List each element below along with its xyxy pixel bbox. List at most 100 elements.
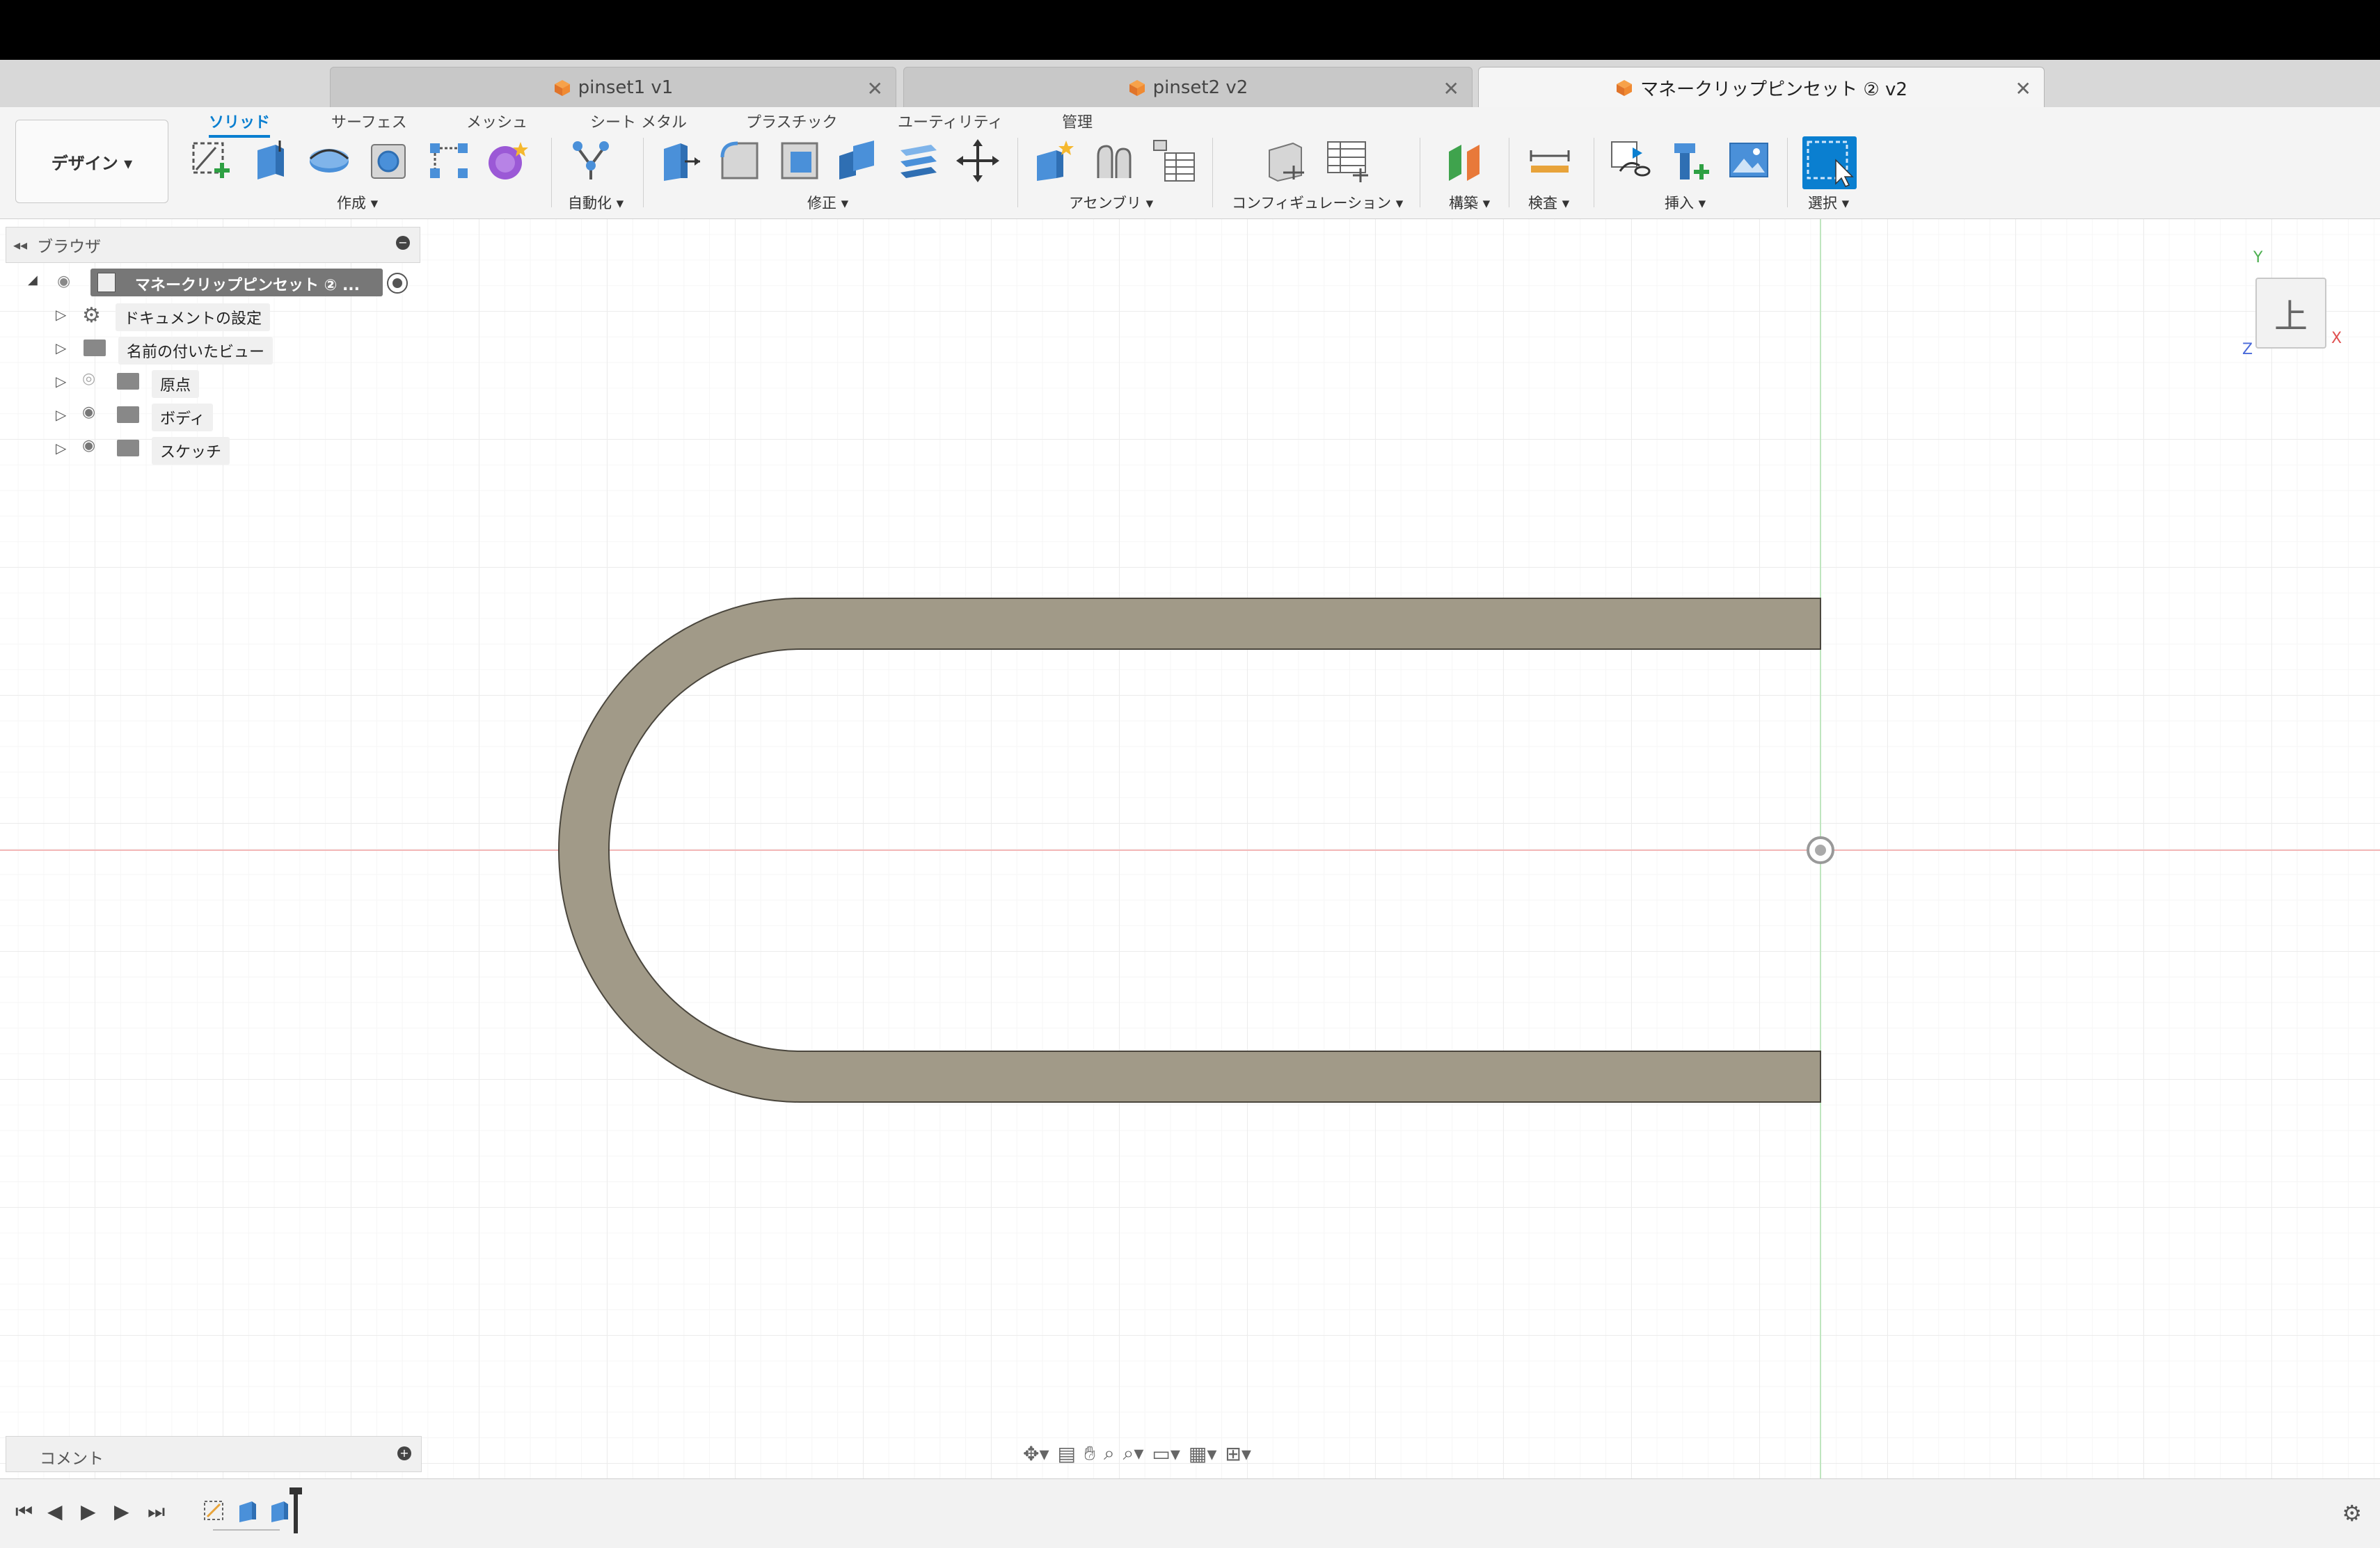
expand-arrow-icon[interactable]: ◢ bbox=[28, 273, 38, 287]
browser-item-bodies[interactable]: ボディ bbox=[152, 404, 214, 431]
play-icon[interactable]: ▶︎ bbox=[81, 1500, 96, 1523]
select-tool-button[interactable] bbox=[1802, 136, 1857, 189]
pan-hand-icon[interactable]: ✋︎ bbox=[1084, 1442, 1095, 1465]
close-icon[interactable]: ✕ bbox=[2015, 77, 2031, 100]
comments-title: コメント bbox=[40, 1450, 104, 1468]
timeline-group-bar bbox=[213, 1529, 280, 1531]
joint-icon[interactable] bbox=[1091, 138, 1137, 184]
tab-title: pinset1 v1 bbox=[578, 77, 674, 98]
divider bbox=[1787, 138, 1788, 207]
origin-point-center bbox=[1815, 845, 1826, 856]
go-to-start-icon[interactable]: ⏮ bbox=[15, 1500, 33, 1524]
timeline-sketch-feature-icon[interactable] bbox=[202, 1499, 227, 1524]
revolve-icon[interactable] bbox=[306, 138, 352, 184]
viewports-icon[interactable]: ⊞▾ bbox=[1225, 1442, 1251, 1465]
panel-minimize-icon[interactable]: − bbox=[396, 236, 410, 250]
visibility-eye-icon[interactable]: ◉ bbox=[82, 404, 95, 421]
tab-solid[interactable]: ソリッド bbox=[209, 110, 271, 138]
viewcube[interactable]: 上 bbox=[2252, 274, 2329, 351]
configuration-table-icon[interactable] bbox=[1325, 138, 1371, 184]
fillet-icon[interactable] bbox=[717, 138, 763, 184]
combine-icon[interactable] bbox=[835, 138, 881, 184]
group-automate-label[interactable]: 自動化 ▾ bbox=[568, 192, 624, 213]
tab-utility[interactable]: ユーティリティ bbox=[898, 110, 1003, 132]
timeline-settings-gear-icon[interactable]: ⚙ bbox=[2342, 1500, 2362, 1526]
measure-icon[interactable] bbox=[1527, 138, 1573, 184]
model-viewport[interactable] bbox=[0, 219, 2380, 1478]
group-select-label[interactable]: 選択 ▾ bbox=[1808, 192, 1849, 213]
workspace-switcher[interactable]: デザイン ▾ bbox=[15, 120, 168, 203]
insert-canvas-icon[interactable] bbox=[1726, 138, 1772, 184]
add-comment-icon[interactable]: + bbox=[397, 1446, 411, 1460]
tab-pinset2[interactable]: pinset2 v2 ✕ bbox=[903, 67, 1473, 108]
z-axis-label: Z bbox=[2242, 341, 2253, 358]
browser-item-document-settings[interactable]: ドキュメントの設定 bbox=[116, 303, 271, 331]
x-axis-label: X bbox=[2331, 330, 2342, 347]
viewcube-top-face[interactable]: 上 bbox=[2255, 278, 2326, 349]
tab-surface[interactable]: サーフェス bbox=[331, 110, 407, 132]
close-icon[interactable]: ✕ bbox=[867, 77, 883, 100]
offset-plane-icon[interactable] bbox=[1443, 138, 1489, 184]
automate-icon[interactable] bbox=[568, 138, 614, 184]
bill-of-materials-icon[interactable] bbox=[1151, 138, 1197, 184]
group-modify-label[interactable]: 修正 ▾ bbox=[807, 192, 848, 213]
visibility-eye-icon[interactable]: ◉ bbox=[57, 273, 70, 290]
group-create-label[interactable]: 作成 ▾ bbox=[337, 192, 378, 213]
browser-item-origin[interactable]: 原点 bbox=[152, 370, 200, 398]
shell-icon[interactable] bbox=[777, 138, 823, 184]
go-to-end-icon[interactable]: ⏭ bbox=[148, 1500, 165, 1524]
timeline-extrude-feature-icon[interactable] bbox=[267, 1499, 292, 1524]
group-insert-label[interactable]: 挿入 ▾ bbox=[1665, 192, 1706, 213]
move-copy-icon[interactable] bbox=[955, 138, 1001, 184]
expand-arrow-icon[interactable]: ▷ bbox=[56, 306, 66, 323]
press-pull-icon[interactable] bbox=[657, 138, 703, 184]
browser-root-node[interactable]: マネークリップピンセット ② ... bbox=[90, 269, 383, 296]
activate-radio[interactable] bbox=[387, 273, 408, 294]
new-component-icon[interactable] bbox=[1031, 138, 1077, 184]
step-forward-icon[interactable]: ▶︎ bbox=[114, 1500, 129, 1523]
insert-derive-icon[interactable] bbox=[1608, 138, 1653, 184]
form-icon[interactable] bbox=[484, 138, 530, 184]
comments-panel[interactable]: コメント + bbox=[6, 1436, 422, 1472]
gear-icon: ⚙ bbox=[82, 303, 101, 328]
split-body-icon[interactable] bbox=[895, 138, 941, 184]
tab-mesh[interactable]: メッシュ bbox=[466, 110, 527, 132]
tab-sheet-metal[interactable]: シート メタル bbox=[590, 110, 687, 132]
group-construct-label[interactable]: 構築 ▾ bbox=[1449, 192, 1490, 213]
tab-manage[interactable]: 管理 bbox=[1062, 110, 1093, 132]
visibility-hidden-icon[interactable]: ◎ bbox=[82, 370, 95, 388]
browser-item-named-views[interactable]: 名前の付いたビュー bbox=[118, 337, 273, 365]
step-back-icon[interactable]: ◀︎ bbox=[47, 1500, 63, 1523]
browser-item-sketches[interactable]: スケッチ bbox=[152, 437, 230, 465]
display-settings-icon[interactable]: ▭▾ bbox=[1152, 1442, 1180, 1465]
pattern-icon[interactable] bbox=[426, 138, 472, 184]
modeling-canvas[interactable] bbox=[0, 219, 2380, 1478]
tab-plastic[interactable]: プラスチック bbox=[746, 110, 838, 132]
tab-money-clip-tweezers[interactable]: マネークリップピンセット ② v2 ✕ bbox=[1478, 67, 2045, 108]
timeline-marker[interactable] bbox=[289, 1487, 302, 1533]
grid-settings-icon[interactable]: ▦▾ bbox=[1189, 1442, 1217, 1465]
tab-pinset1[interactable]: pinset1 v1 ✕ bbox=[330, 67, 896, 108]
insert-mcmaster-icon[interactable] bbox=[1667, 138, 1713, 184]
folder-icon bbox=[117, 373, 139, 390]
collapse-panel-icon[interactable]: ◂◂ bbox=[13, 237, 27, 253]
extrude-icon[interactable] bbox=[248, 138, 294, 184]
expand-arrow-icon[interactable]: ▷ bbox=[56, 373, 66, 390]
document-icon bbox=[97, 273, 116, 292]
hole-icon[interactable] bbox=[366, 138, 412, 184]
expand-arrow-icon[interactable]: ▷ bbox=[56, 406, 66, 423]
expand-arrow-icon[interactable]: ▷ bbox=[56, 440, 66, 456]
group-configuration-label[interactable]: コンフィギュレーション ▾ bbox=[1232, 192, 1403, 213]
configure-model-icon[interactable] bbox=[1262, 138, 1308, 184]
zoom-icon[interactable]: ⌕ bbox=[1104, 1442, 1115, 1465]
orbit-icon[interactable]: ✥▾ bbox=[1023, 1442, 1049, 1465]
look-at-icon[interactable]: ▤ bbox=[1058, 1442, 1076, 1465]
zoom-window-icon[interactable]: ⌕▾ bbox=[1123, 1442, 1144, 1465]
expand-arrow-icon[interactable]: ▷ bbox=[56, 340, 66, 356]
close-icon[interactable]: ✕ bbox=[1443, 77, 1459, 100]
timeline-extrude-feature-icon[interactable] bbox=[235, 1499, 260, 1524]
group-inspect-label[interactable]: 検査 ▾ bbox=[1528, 192, 1569, 213]
group-assembly-label[interactable]: アセンブリ ▾ bbox=[1069, 192, 1153, 213]
create-sketch-icon[interactable] bbox=[188, 138, 234, 184]
visibility-eye-icon[interactable]: ◉ bbox=[82, 437, 95, 454]
